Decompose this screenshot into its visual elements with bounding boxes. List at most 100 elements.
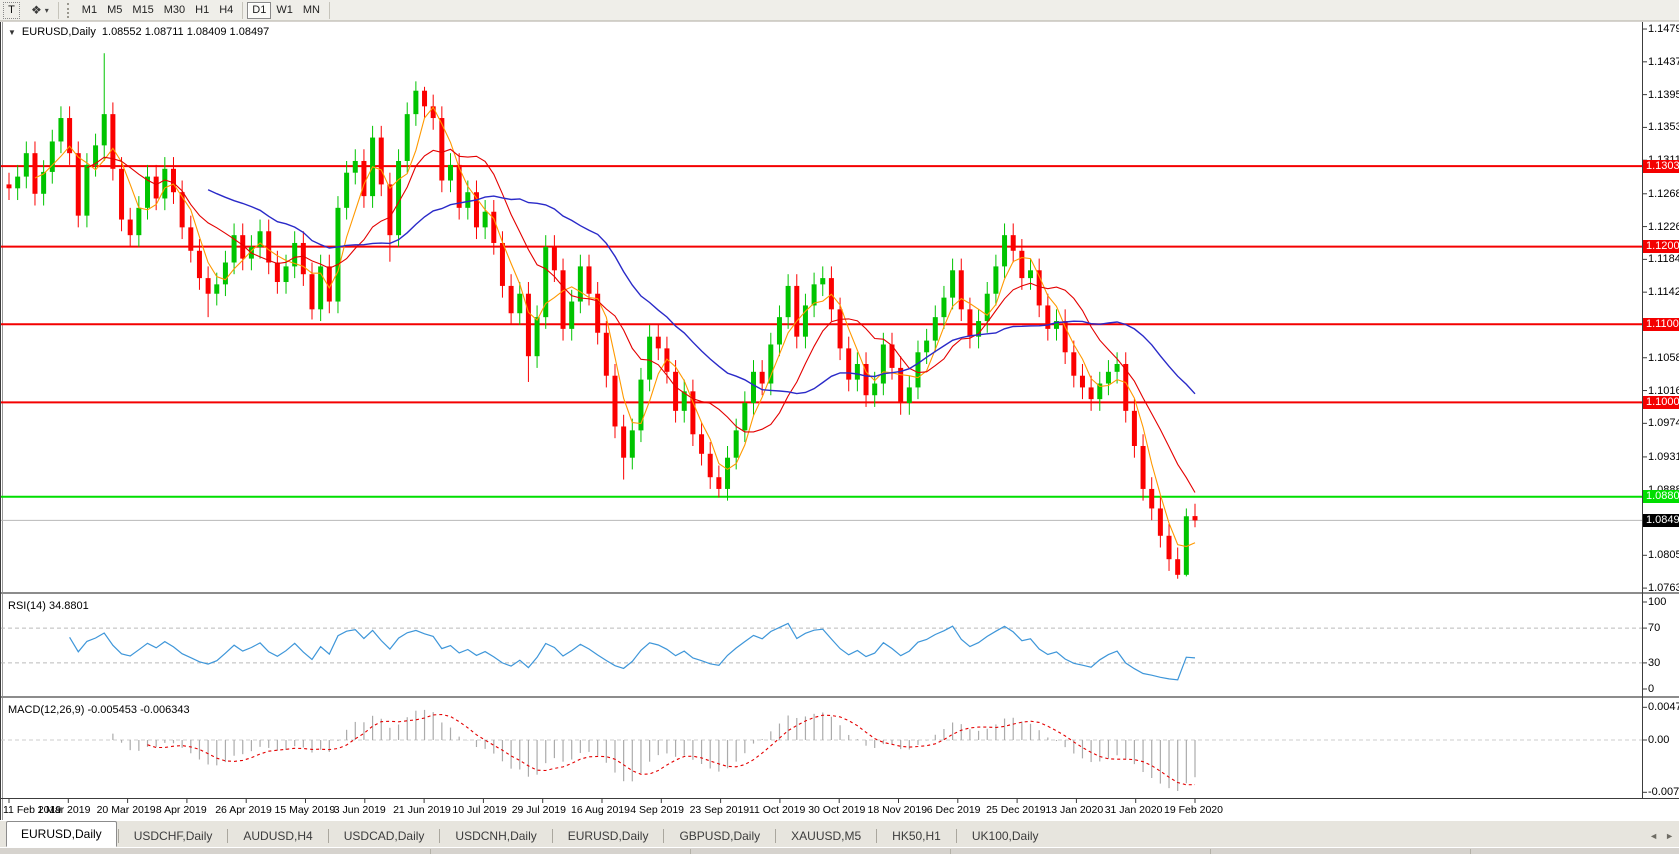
current-price-badge: 1.08497 [1643,514,1679,527]
text-tool-icon: T [8,4,15,16]
hline-price-badge: 1.10008 [1643,396,1679,409]
timeframe-button-h1[interactable]: H1 [190,2,214,19]
date-tick-label: 26 Apr 2019 [215,804,272,816]
tab-scroll-right-icon[interactable]: ► [1665,831,1674,841]
date-tick-label: 4 Sep 2019 [630,804,684,816]
tab-xauusd-m5[interactable]: XAUUSD,M5 [777,825,875,847]
date-tick-label: 25 Dec 2019 [986,804,1046,816]
date-tick-label: 16 Aug 2019 [571,804,630,816]
timeframe-button-w1[interactable]: W1 [271,2,298,19]
date-tick-label: 11 Oct 2019 [749,804,805,816]
rsi-tick-label: 0 [1648,683,1654,695]
timeframe-group: M1M5M15M30H1H4 D1W1MN [77,2,325,19]
date-tick-label: 10 Jul 2019 [452,804,506,816]
macd-tick-label: 0.00 [1648,734,1669,746]
tab-hk50-h1[interactable]: HK50,H1 [878,825,955,847]
price-tick-label: 1.14370 [1648,56,1679,68]
timeframe-button-m30[interactable]: M30 [159,2,190,19]
tab-eurusd-daily[interactable]: EURUSD,Daily [554,825,663,847]
text-tool-button[interactable]: T [3,2,20,19]
timeframe-button-m5[interactable]: M5 [102,2,127,19]
price-tick-label: 1.11840 [1648,253,1679,265]
tab-separator [552,829,553,843]
chart-tabbar: ◄ ► EURUSD,DailyUSDCHF,DailyAUDUSD,H4USD… [0,820,1679,847]
price-tick-label: 1.12680 [1648,188,1679,200]
tab-separator [439,829,440,843]
timeframe-button-mn[interactable]: MN [298,2,325,19]
tab-usdcad-daily[interactable]: USDCAD,Daily [330,825,439,847]
tab-separator [876,829,877,843]
price-tick-label: 1.10580 [1648,352,1679,364]
hline-price-badge: 1.11009 [1643,318,1679,331]
price-tick-label: 1.11420 [1648,286,1679,298]
chevron-down-icon: ▾ [45,6,49,15]
price-tick-label: 1.13950 [1648,89,1679,101]
toolbar: T ❖ ▾ M1M5M15M30H1H4 D1W1MN [0,0,1679,21]
price-chart-canvas[interactable] [1,22,1679,820]
rsi-tick-label: 30 [1648,657,1660,669]
tab-usdchf-daily[interactable]: USDCHF,Daily [120,825,227,847]
collapse-icon[interactable]: ▼ [8,28,16,37]
tab-usdcnh-daily[interactable]: USDCNH,Daily [441,825,550,847]
macd-signal-line [148,715,1196,785]
chart-title: ▼ EURUSD,Daily 1.08552 1.08711 1.08409 1… [8,26,269,38]
toolbar-grip[interactable] [67,3,73,18]
tab-separator [956,829,957,843]
price-tick-label: 1.13530 [1648,121,1679,133]
date-tick-label: 13 Jan 2020 [1045,804,1103,816]
macd-tick-label: 0.004738 [1648,701,1679,713]
objects-icon: ❖ [31,3,42,17]
date-tick-label: 6 Dec 2019 [927,804,981,816]
rsi-line [70,623,1195,679]
tab-separator [118,829,119,843]
tab-scroll-arrows: ◄ ► [1649,831,1674,841]
tab-uk100-daily[interactable]: UK100,Daily [958,825,1053,847]
tab-separator [227,829,228,843]
date-tick-label: 20 Mar 2019 [97,804,156,816]
chart-ohlc-values: 1.08552 1.08711 1.08409 1.08497 [102,26,269,38]
timeframe-button-m1[interactable]: M1 [77,2,102,19]
timeframe-button-d1[interactable]: D1 [247,2,271,19]
toolbar-separator [242,2,243,19]
tab-gbpusd-daily[interactable]: GBPUSD,Daily [665,825,774,847]
price-tick-label: 1.09310 [1648,451,1679,463]
price-tick-label: 1.07630 [1648,582,1679,594]
date-tick-label: 30 Oct 2019 [808,804,865,816]
tab-eurusd-daily[interactable]: EURUSD,Daily [6,821,117,847]
toolbar-separator [58,2,59,19]
rsi-tick-label: 100 [1648,596,1666,608]
macd-label: MACD(12,26,9) -0.005453 -0.006343 [8,704,190,716]
ma-slow-line [208,190,1195,394]
tab-separator [663,829,664,843]
rsi-tick-label: 70 [1648,622,1660,634]
tab-scroll-left-icon[interactable]: ◄ [1649,831,1658,841]
objects-button[interactable]: ❖ ▾ [26,2,54,19]
panel-separator[interactable] [1,592,1679,594]
time-axis-line[interactable] [1,798,1679,799]
date-tick-label: 23 Sep 2019 [690,804,750,816]
toolbar-separator [329,2,330,19]
rsi-label: RSI(14) 34.8801 [8,600,89,612]
date-tick-label: 31 Jan 2020 [1105,804,1163,816]
hline-price-badge: 1.13034 [1643,160,1679,173]
date-tick-label: 15 May 2019 [275,804,336,816]
price-tick-label: 1.10160 [1648,385,1679,397]
date-tick-label: 18 Nov 2019 [868,804,928,816]
chart-symbol-label: EURUSD,Daily [22,26,96,38]
price-tick-label: 1.09740 [1648,417,1679,429]
date-tick-label: 19 Feb 2020 [1164,804,1223,816]
price-tick-label: 1.14790 [1648,23,1679,35]
date-tick-label: 21 Jun 2019 [393,804,451,816]
hline-price-badge: 1.08800 [1643,490,1679,503]
timeframe-button-h4[interactable]: H4 [214,2,238,19]
price-axis-line[interactable] [1642,22,1643,798]
panel-separator[interactable] [1,696,1679,698]
macd-tick-label: -0.00758 [1648,786,1679,798]
tab-audusd-h4[interactable]: AUDUSD,H4 [229,825,326,847]
chart-window[interactable]: ▼ EURUSD,Daily 1.08552 1.08711 1.08409 1… [0,22,1679,820]
tab-separator [328,829,329,843]
timeframe-button-m15[interactable]: M15 [127,2,158,19]
tab-separator [775,829,776,843]
date-tick-label: 29 Jul 2019 [512,804,566,816]
date-tick-label: 8 Apr 2019 [156,804,207,816]
